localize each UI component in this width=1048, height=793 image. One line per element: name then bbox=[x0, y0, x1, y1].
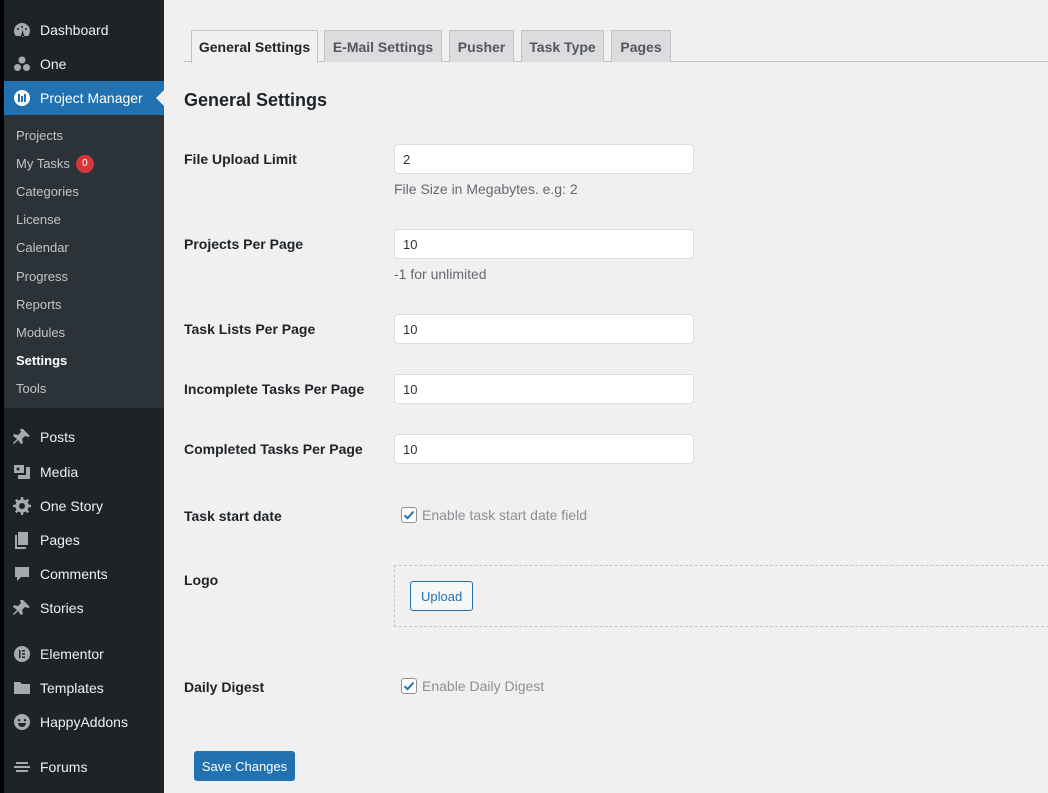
daily-digest-checkbox-label[interactable]: Enable Daily Digest bbox=[422, 678, 544, 694]
project-manager-submenu: Projects My Tasks 0 Categories License C… bbox=[4, 115, 164, 408]
media-icon bbox=[4, 462, 40, 482]
gear-icon bbox=[4, 496, 40, 516]
sidebar-item-elementor[interactable]: Elementor bbox=[4, 637, 164, 671]
sidebar-item-project-manager[interactable]: Project Manager bbox=[4, 81, 164, 115]
admin-sidebar: Dashboard One Project Manager Projects M… bbox=[0, 0, 164, 793]
task-start-date-checkbox[interactable] bbox=[401, 507, 417, 523]
sidebar-item-forums[interactable]: Forums bbox=[4, 750, 164, 784]
logo-upload-area: Upload bbox=[394, 565, 1048, 627]
submenu-item-categories[interactable]: Categories bbox=[16, 182, 79, 202]
project-manager-icon bbox=[4, 88, 40, 108]
sidebar-item-one-story[interactable]: One Story bbox=[4, 489, 164, 523]
tab-email-settings[interactable]: E-Mail Settings bbox=[324, 30, 442, 62]
incomplete-tasks-per-page-label: Incomplete Tasks Per Page bbox=[184, 381, 365, 397]
upload-button[interactable]: Upload bbox=[410, 581, 474, 611]
tab-pusher[interactable]: Pusher bbox=[449, 30, 514, 62]
happy-icon bbox=[4, 712, 40, 732]
sidebar-item-dashboard[interactable]: Dashboard bbox=[4, 13, 164, 47]
task-lists-per-page-input[interactable] bbox=[394, 314, 694, 344]
sidebar-item-happyaddons[interactable]: HappyAddons bbox=[4, 705, 164, 739]
task-count-badge: 0 bbox=[75, 155, 94, 173]
task-lists-per-page-label: Task Lists Per Page bbox=[184, 321, 316, 337]
submenu-item-my-tasks[interactable]: My Tasks 0 bbox=[16, 154, 94, 174]
file-upload-limit-input[interactable] bbox=[394, 144, 694, 174]
file-upload-limit-label: File Upload Limit bbox=[184, 151, 297, 167]
submenu-item-reports[interactable]: Reports bbox=[16, 295, 62, 315]
sidebar-item-stories[interactable]: Stories bbox=[4, 591, 164, 625]
save-changes-button[interactable]: Save Changes bbox=[194, 751, 295, 781]
sidebar-item-pages[interactable]: Pages bbox=[4, 523, 164, 557]
sidebar-item-label: Comments bbox=[40, 566, 108, 582]
projects-per-page-description: -1 for unlimited bbox=[394, 266, 487, 282]
checkmark-icon bbox=[403, 681, 415, 691]
tab-pages[interactable]: Pages bbox=[611, 30, 671, 62]
sidebar-item-label: Templates bbox=[40, 680, 104, 696]
active-menu-arrow bbox=[156, 90, 164, 106]
pin-icon bbox=[4, 598, 40, 618]
sidebar-item-label: One Story bbox=[40, 498, 104, 514]
submenu-item-modules[interactable]: Modules bbox=[16, 323, 65, 343]
submenu-item-projects[interactable]: Projects bbox=[16, 126, 63, 146]
tab-task-type[interactable]: Task Type bbox=[521, 30, 604, 62]
sidebar-item-label: HappyAddons bbox=[40, 714, 128, 730]
task-start-date-label: Task start date bbox=[184, 508, 282, 524]
completed-tasks-per-page-input[interactable] bbox=[394, 434, 694, 464]
folder-icon bbox=[4, 678, 40, 698]
submenu-item-settings[interactable]: Settings bbox=[16, 351, 67, 371]
task-start-date-checkbox-label[interactable]: Enable task start date field bbox=[422, 507, 587, 523]
one-icon bbox=[4, 54, 40, 74]
sidebar-item-one[interactable]: One bbox=[4, 47, 164, 81]
sidebar-item-label: Media bbox=[40, 464, 79, 480]
checkmark-icon bbox=[403, 510, 415, 520]
projects-per-page-label: Projects Per Page bbox=[184, 236, 304, 252]
sidebar-item-label: Forums bbox=[40, 759, 88, 775]
submenu-item-progress[interactable]: Progress bbox=[16, 267, 68, 287]
sidebar-item-media[interactable]: Media bbox=[4, 455, 164, 489]
sidebar-item-label: Posts bbox=[40, 429, 76, 445]
comment-icon bbox=[4, 564, 40, 584]
sidebar-item-comments[interactable]: Comments bbox=[4, 557, 164, 591]
sidebar-item-label: Elementor bbox=[40, 646, 104, 662]
daily-digest-checkbox[interactable] bbox=[401, 678, 417, 694]
submenu-item-calendar[interactable]: Calendar bbox=[16, 238, 69, 258]
projects-per-page-input[interactable] bbox=[394, 229, 694, 259]
dashboard-icon bbox=[4, 20, 40, 40]
sidebar-item-label: Stories bbox=[40, 600, 84, 616]
daily-digest-label: Daily Digest bbox=[184, 679, 265, 695]
sidebar-item-templates[interactable]: Templates bbox=[4, 671, 164, 705]
sidebar-item-label: Dashboard bbox=[40, 22, 109, 38]
task-start-date-option: Enable task start date field bbox=[401, 507, 587, 523]
sidebar-item-label: Pages bbox=[40, 532, 80, 548]
pin-icon bbox=[4, 427, 40, 447]
file-upload-limit-description: File Size in Megabytes. e.g: 2 bbox=[394, 181, 578, 197]
page-title: General Settings bbox=[184, 90, 328, 110]
sidebar-item-label: One bbox=[40, 56, 67, 72]
completed-tasks-per-page-label: Completed Tasks Per Page bbox=[184, 441, 363, 457]
sidebar-item-label: Project Manager bbox=[40, 90, 143, 106]
daily-digest-option: Enable Daily Digest bbox=[401, 678, 544, 694]
tab-general-settings[interactable]: General Settings bbox=[191, 30, 318, 63]
pages-icon bbox=[4, 530, 40, 550]
forums-icon bbox=[4, 757, 40, 777]
sidebar-item-posts[interactable]: Posts bbox=[4, 420, 164, 454]
submenu-item-license[interactable]: License bbox=[16, 210, 61, 230]
incomplete-tasks-per-page-input[interactable] bbox=[394, 374, 694, 404]
logo-label: Logo bbox=[184, 572, 219, 588]
settings-tabs: General Settings E-Mail Settings Pusher … bbox=[184, 30, 1048, 63]
elementor-icon bbox=[4, 644, 40, 664]
submenu-item-tools[interactable]: Tools bbox=[16, 379, 46, 399]
